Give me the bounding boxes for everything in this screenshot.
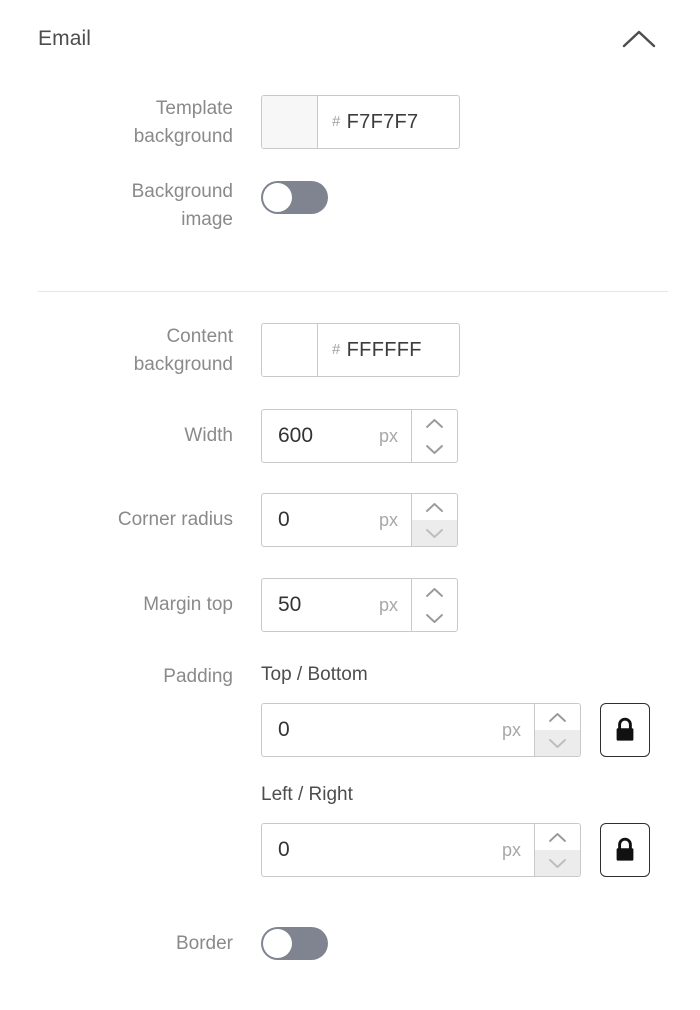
content-background-value[interactable]: # FFFFFF [318,324,459,376]
chevron-down-icon [548,858,567,869]
panel-header: Email [0,0,700,78]
content-background-label: Content background [133,326,233,375]
chevron-down-icon [548,738,567,749]
content-background-control: # FFFFFF [261,323,460,377]
chevron-up-icon [425,502,444,513]
corner-radius-value: 0 [278,508,290,531]
margin-top-value: 50 [278,593,302,616]
corner-radius-stepper[interactable]: 0 px [261,493,458,547]
padding-top-bottom-decrement-button[interactable] [535,730,580,756]
hash-prefix: # [332,112,341,130]
padding-top-bottom-group: 0 px [261,703,650,757]
border-label: Border [175,933,233,954]
content-background-swatch[interactable] [262,324,318,376]
lock-closed-icon [613,836,637,864]
chevron-down-icon [425,613,444,624]
content-background-color-field[interactable]: # FFFFFF [261,323,460,377]
template-background-label: Template background [133,98,233,147]
section-divider [38,291,668,292]
field-row-corner-radius: Corner radius 0 px [0,493,700,547]
padding-top-bottom-label: Top / Bottom [261,664,368,685]
width-label: Width [184,425,233,446]
margin-top-label: Margin top [143,594,233,615]
chevron-up-icon [622,29,656,49]
field-row-width: Width 600 px [0,409,700,463]
field-row-padding: Padding Top / Bottom 0 px Left / Right 0… [0,663,700,877]
padding-left-right-stepper[interactable]: 0 px [261,823,581,877]
corner-radius-label: Corner radius [117,509,233,530]
width-unit: px [378,425,398,446]
margin-top-control: 50 px [261,578,458,632]
width-control: 600 px [261,409,458,463]
template-background-control: # F7F7F7 [261,95,460,149]
padding-left-right-value: 0 [278,838,290,861]
padding-left-right-input[interactable]: 0 px [262,824,534,876]
chevron-up-icon [425,418,444,429]
padding-left-right-lock-button[interactable] [600,823,650,877]
corner-radius-control: 0 px [261,493,458,547]
padding-left-right-group: 0 px [261,823,650,877]
padding-control: Top / Bottom 0 px Left / Right 0 px [261,663,650,877]
padding-top-bottom-value: 0 [278,718,290,741]
lock-closed-icon [613,716,637,744]
field-row-margin-top: Margin top 50 px [0,578,700,632]
corner-radius-spinner [411,494,457,546]
margin-top-unit: px [378,594,398,615]
field-row-content-background: Content background # FFFFFF [0,323,700,379]
background-image-control [261,181,328,214]
padding-left-right-unit: px [501,839,521,860]
chevron-down-icon [425,444,444,455]
padding-top-bottom-lock-button[interactable] [600,703,650,757]
page-title: Email [38,27,92,50]
padding-top-bottom-increment-button[interactable] [535,704,580,730]
chevron-up-icon [548,832,567,843]
padding-top-bottom-input[interactable]: 0 px [262,704,534,756]
margin-top-spinner [411,579,457,631]
toggle-knob [263,183,292,212]
field-row-border: Border [0,927,700,960]
margin-top-input[interactable]: 50 px [262,579,411,631]
template-background-swatch[interactable] [262,96,318,148]
padding-label: Padding [163,666,233,687]
corner-radius-increment-button[interactable] [412,494,457,520]
width-input[interactable]: 600 px [262,410,411,462]
corner-radius-input[interactable]: 0 px [262,494,411,546]
border-control [261,927,328,960]
border-toggle[interactable] [261,927,328,960]
toggle-knob [263,929,292,958]
padding-top-bottom-unit: px [501,719,521,740]
width-spinner [411,410,457,462]
field-row-background-image: Background image [0,178,700,234]
corner-radius-decrement-button[interactable] [412,520,457,546]
padding-left-right-increment-button[interactable] [535,824,580,850]
padding-left-right-label: Left / Right [261,784,353,805]
chevron-up-icon [548,712,567,723]
background-image-label: Background image [131,181,233,230]
margin-top-increment-button[interactable] [412,579,457,605]
padding-top-bottom-stepper[interactable]: 0 px [261,703,581,757]
margin-top-decrement-button[interactable] [412,605,457,631]
field-row-template-background: Template background # F7F7F7 [0,95,700,151]
padding-left-right-decrement-button[interactable] [535,850,580,876]
template-background-value[interactable]: # F7F7F7 [318,96,459,148]
chevron-down-icon [425,528,444,539]
collapse-section-button[interactable] [616,16,662,62]
width-increment-button[interactable] [412,410,457,436]
padding-left-right-spinner [534,824,580,876]
template-background-color-field[interactable]: # F7F7F7 [261,95,460,149]
padding-top-bottom-spinner [534,704,580,756]
corner-radius-unit: px [378,509,398,530]
margin-top-stepper[interactable]: 50 px [261,578,458,632]
background-image-toggle[interactable] [261,181,328,214]
width-stepper[interactable]: 600 px [261,409,458,463]
hash-prefix: # [332,340,341,358]
chevron-up-icon [425,587,444,598]
content-background-hex: FFFFFF [346,338,422,361]
width-value: 600 [278,424,314,447]
width-decrement-button[interactable] [412,436,457,462]
template-background-hex: F7F7F7 [346,110,419,133]
